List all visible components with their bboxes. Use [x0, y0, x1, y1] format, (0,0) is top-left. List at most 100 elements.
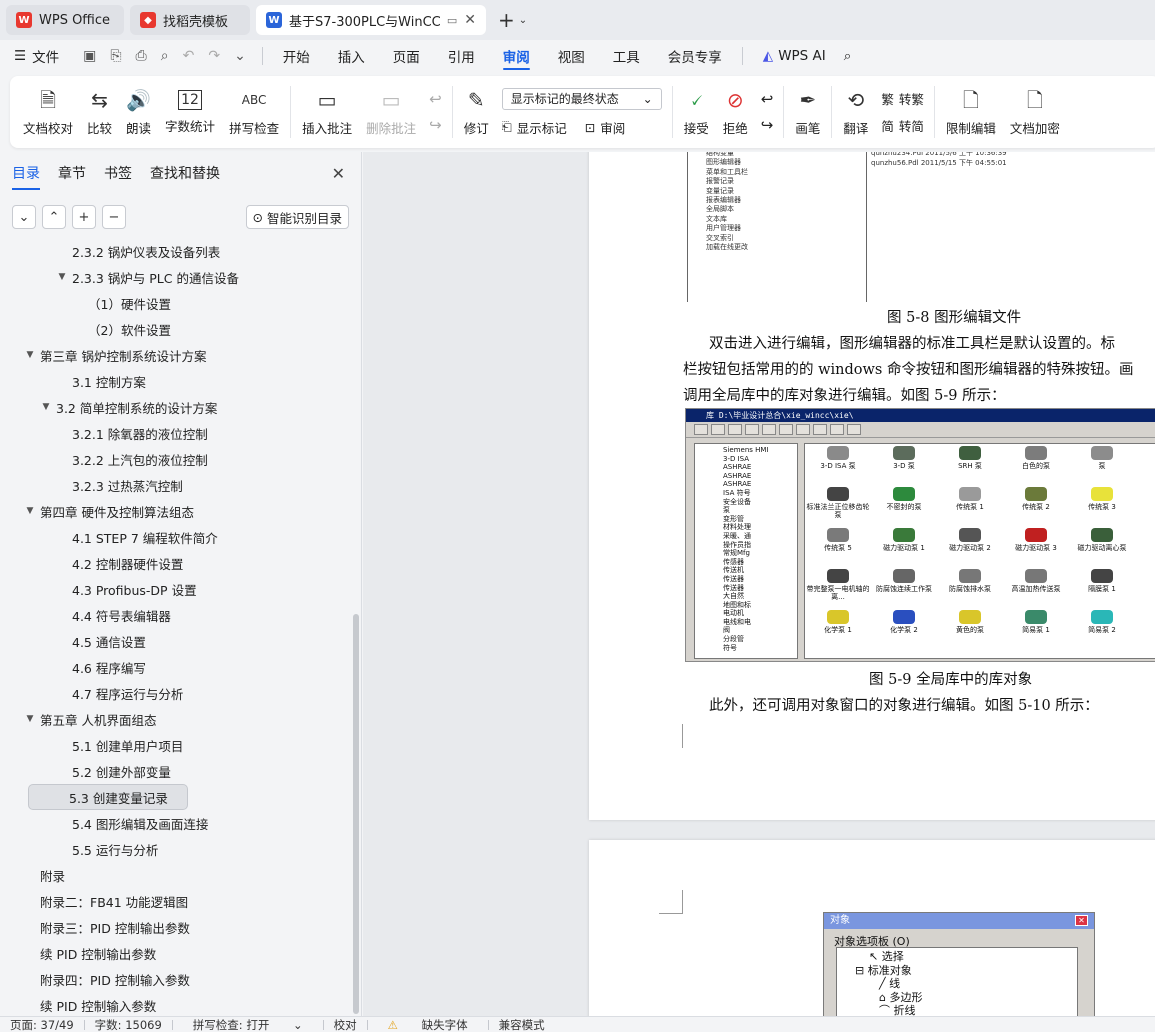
toc-item[interactable]: 附录: [0, 862, 352, 888]
close-pane-icon[interactable]: ✕: [332, 164, 345, 183]
to-traditional-button[interactable]: 繁转繁: [881, 89, 924, 108]
spell-check-button[interactable]: ABC 拼写检查: [222, 76, 286, 148]
remove-heading-button[interactable]: −: [102, 205, 126, 229]
toc-item[interactable]: ▼ 第四章 硬件及控制算法组态: [0, 498, 352, 524]
undo-icon[interactable]: ↶: [183, 48, 195, 64]
toc-item[interactable]: 3.2.1 除氧器的液位控制: [0, 420, 352, 446]
toc-item[interactable]: 2.3.2 锅炉仪表及设备列表: [0, 238, 352, 264]
toc-item[interactable]: 附录三：PID 控制输出参数: [0, 914, 352, 940]
toc-item[interactable]: ▼ 第三章 锅炉控制系统设计方案: [0, 342, 352, 368]
track-changes-button[interactable]: ✎ 修订: [457, 76, 496, 148]
ink-button[interactable]: ✒ 画笔: [788, 76, 827, 148]
menu-references[interactable]: 引用: [434, 40, 489, 72]
smart-toc-button[interactable]: ⊙ 智能识别目录: [245, 205, 349, 229]
redo-icon[interactable]: ↷: [208, 48, 220, 64]
close-tab-icon[interactable]: ✕: [464, 12, 476, 28]
proof-status[interactable]: 校对: [324, 1017, 367, 1032]
toc-item[interactable]: 附录四：PID 控制输入参数: [0, 966, 352, 992]
collapse-arrow-icon[interactable]: ▼: [24, 506, 36, 516]
search-icon[interactable]: ⌕: [840, 40, 856, 72]
new-tab-button[interactable]: + ⌄: [498, 8, 527, 32]
scrollbar[interactable]: [353, 614, 359, 1014]
toc-item[interactable]: ▼ 2.3.3 锅炉与 PLC 的通信设备: [0, 264, 352, 290]
spell-check-status[interactable]: 拼写检查: 打开 ⌄: [173, 1017, 323, 1032]
collapse-arrow-icon[interactable]: ▼: [24, 350, 36, 360]
show-markup-button[interactable]: ⎗ 显示标记: [502, 118, 567, 137]
toc-item[interactable]: ▼ 第五章 人机界面组态: [0, 706, 352, 732]
tab-daoke-templates[interactable]: ◆ 找稻壳模板: [130, 5, 250, 35]
read-aloud-button[interactable]: 🔊 朗读: [119, 76, 158, 148]
previous-comment-icon[interactable]: ↩: [429, 90, 442, 108]
menu-member[interactable]: 会员专享: [654, 40, 736, 72]
toc-item[interactable]: 4.3 Profibus-DP 设置: [0, 576, 352, 602]
tab-find-replace[interactable]: 查找和替换: [150, 152, 220, 194]
menu-tools[interactable]: 工具: [599, 40, 654, 72]
toc-item[interactable]: （1）硬件设置: [0, 290, 352, 316]
save-icon[interactable]: ▣: [83, 48, 96, 64]
toc-item[interactable]: 5.5 运行与分析: [0, 836, 352, 862]
toc-item[interactable]: 4.4 符号表编辑器: [0, 602, 352, 628]
delete-comment-button[interactable]: ▭ 删除批注: [359, 76, 423, 148]
tab-wps-office[interactable]: W WPS Office: [6, 5, 124, 35]
toc-item[interactable]: 5.4 图形编辑及画面连接: [0, 810, 352, 836]
missing-font-status[interactable]: ⚠ 缺失字体: [368, 1017, 488, 1032]
wps-ai-button[interactable]: ◭ WPS AI: [749, 40, 840, 72]
collapse-arrow-icon[interactable]: ▼: [24, 714, 36, 724]
toc-item[interactable]: 续 PID 控制输入参数: [0, 992, 352, 1016]
insert-comment-button[interactable]: ▭ 插入批注: [295, 76, 359, 148]
toc-item[interactable]: 5.3 创建变量记录: [28, 784, 188, 810]
collapse-arrow-icon[interactable]: ▼: [56, 272, 68, 282]
menu-insert[interactable]: 插入: [324, 40, 379, 72]
toc-item[interactable]: （2）软件设置: [0, 316, 352, 342]
tab-bookmarks[interactable]: 书签: [104, 152, 132, 194]
add-heading-button[interactable]: +: [72, 205, 96, 229]
toc-item[interactable]: 4.1 STEP 7 编程软件简介: [0, 524, 352, 550]
translate-button[interactable]: ⟲ 翻译: [836, 76, 875, 148]
menu-review[interactable]: 审阅: [489, 40, 544, 72]
expand-down-button[interactable]: ⌄: [12, 205, 36, 229]
restrict-edit-button[interactable]: 🗋 限制编辑: [939, 76, 1003, 148]
toc-item[interactable]: 续 PID 控制输出参数: [0, 940, 352, 966]
collapse-up-button[interactable]: ⌃: [42, 205, 66, 229]
toc-item[interactable]: 4.6 程序编写: [0, 654, 352, 680]
toc-item[interactable]: 4.7 程序运行与分析: [0, 680, 352, 706]
toc-item[interactable]: 3.2.3 过热蒸汽控制: [0, 472, 352, 498]
toc-item[interactable]: 附录二：FB41 功能逻辑图: [0, 888, 352, 914]
page-indicator[interactable]: 页面: 37/49: [0, 1017, 84, 1032]
doc-encrypt-button[interactable]: 🗋 文档加密: [1003, 76, 1067, 148]
toc-item[interactable]: 3.2.2 上汽包的液位控制: [0, 446, 352, 472]
display-mode-select[interactable]: 显示标记的最终状态 ⌄: [501, 87, 662, 110]
to-simplified-button[interactable]: 简转简: [881, 116, 924, 135]
next-comment-icon[interactable]: ↪: [429, 116, 442, 134]
next-change-icon[interactable]: ↪: [761, 116, 774, 134]
tab-sections[interactable]: 章节: [58, 152, 86, 194]
toc-item[interactable]: 5.2 创建外部变量: [0, 758, 352, 784]
review-pane-button[interactable]: ⊡ 审阅: [585, 118, 626, 137]
toc-item[interactable]: 5.1 创建单用户项目: [0, 732, 352, 758]
accept-button[interactable]: 🗸 接受: [677, 76, 716, 148]
toc-item[interactable]: 4.5 通信设置: [0, 628, 352, 654]
compare-button[interactable]: ⇆ 比较: [80, 76, 119, 148]
print-preview-icon[interactable]: ⌕: [161, 48, 169, 64]
tab-document[interactable]: W 基于S7-300PLC与WinCC的DC ▭ ✕: [256, 5, 486, 35]
print-icon[interactable]: ⎙: [136, 48, 147, 64]
toc-item[interactable]: 4.2 控制器硬件设置: [0, 550, 352, 576]
monitor-icon[interactable]: ▭: [447, 14, 457, 27]
menu-page[interactable]: 页面: [379, 40, 434, 72]
proofread-button[interactable]: 🗎 文档校对: [16, 76, 80, 148]
reject-button[interactable]: ⊘ 拒绝: [716, 76, 755, 148]
word-count-status[interactable]: 字数: 15069: [85, 1017, 172, 1032]
menu-view[interactable]: 视图: [544, 40, 599, 72]
chevron-down-icon[interactable]: ⌄: [234, 48, 246, 64]
tab-toc[interactable]: 目录: [12, 152, 40, 194]
document-canvas[interactable]: 结构变量 图形编辑器 菜单和工具栏 报警记录 变量记录 报表编辑器 全局脚本 文本库 用户管理器…: [363, 152, 1155, 1016]
word-count-button[interactable]: 12 字数统计: [158, 76, 222, 148]
toc-item[interactable]: 3.1 控制方案: [0, 368, 352, 394]
file-menu[interactable]: ☰ 文件: [0, 40, 73, 72]
export-pdf-icon[interactable]: ⎘: [110, 48, 121, 64]
pump-icon: [1025, 446, 1047, 460]
toc-item[interactable]: ▼ 3.2 简单控制系统的设计方案: [0, 394, 352, 420]
previous-change-icon[interactable]: ↩: [761, 90, 774, 108]
menu-home[interactable]: 开始: [269, 40, 324, 72]
collapse-arrow-icon[interactable]: ▼: [40, 402, 52, 412]
